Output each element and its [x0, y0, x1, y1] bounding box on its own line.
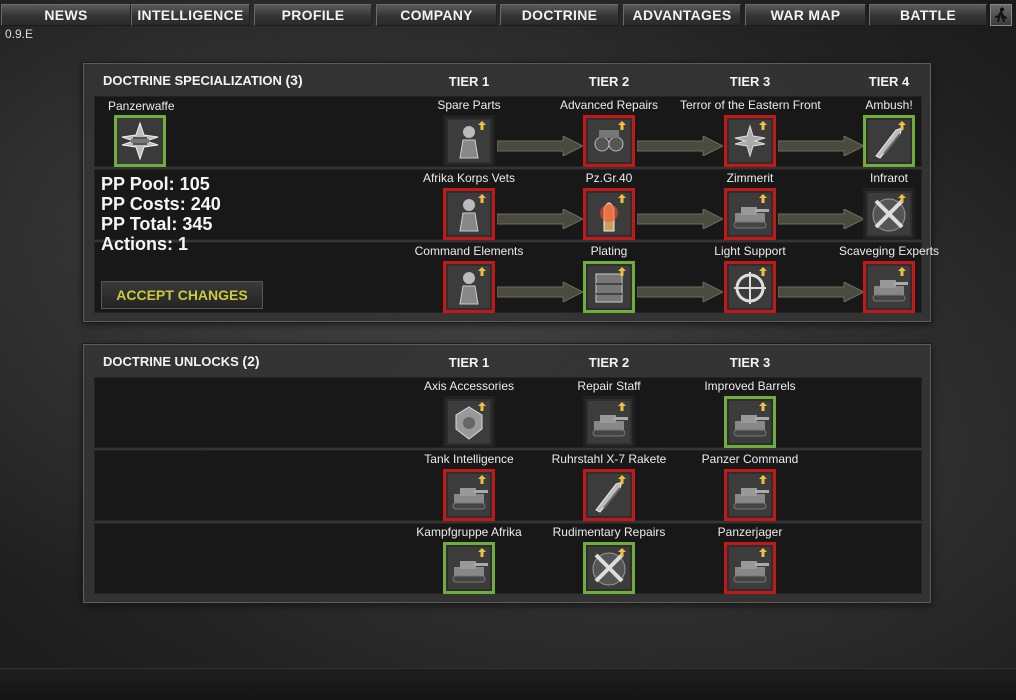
ability-name: Improved Barrels	[704, 379, 796, 393]
unlocks-ability[interactable]: Kampfgruppe Afrika	[399, 524, 539, 594]
nav-war-map[interactable]: WAR MAP	[745, 4, 866, 26]
officer-icon[interactable]	[443, 261, 495, 313]
unlocks-ability[interactable]: Panzer Command	[680, 451, 820, 521]
running-soldier-icon[interactable]	[990, 4, 1012, 26]
unlocks-ability[interactable]: Repair Staff	[539, 378, 679, 448]
tank-barrel-icon[interactable]	[724, 396, 776, 448]
ability-name: Ambush!	[865, 98, 913, 112]
unlocks-ability[interactable]: Axis Accessories	[399, 378, 539, 448]
specialization-ability[interactable]: Terror of the Eastern Front	[680, 97, 821, 167]
crossed-rifles-icon[interactable]	[863, 188, 915, 240]
ability-name: Light Support	[714, 244, 786, 258]
ability-name: Panzer Command	[701, 452, 799, 466]
ability-name: Plating	[590, 244, 628, 258]
medal-icon[interactable]	[443, 396, 495, 448]
specialization-ability[interactable]: Light Support	[680, 243, 820, 313]
pp-total: PP Total: 345	[101, 214, 213, 234]
unlocks-title-text: DOCTRINE UNLOCKS	[103, 354, 239, 369]
ability-name: Advanced Repairs	[559, 98, 659, 112]
nav-news[interactable]: NEWS	[1, 4, 131, 26]
specialization-count: (3)	[285, 72, 303, 88]
ability-name: Axis Accessories	[423, 379, 515, 393]
halftrack-icon[interactable]	[863, 261, 915, 313]
ability-name: Ruhrstahl X-7 Rakete	[551, 452, 667, 466]
ability-name: Spare Parts	[437, 98, 501, 112]
nav-intelligence[interactable]: INTELLIGENCE	[131, 4, 250, 26]
tools-icon[interactable]	[583, 542, 635, 594]
unlock-tier-3-label: TIER 3	[729, 355, 771, 370]
crosshair-icon[interactable]	[724, 261, 776, 313]
specialization-ability[interactable]: Advanced Repairs	[539, 97, 679, 167]
unlock-tier-1-label: TIER 1	[448, 355, 490, 370]
top-nav: NEWS INTELLIGENCE PROFILE COMPANY DOCTRI…	[0, 4, 1016, 26]
spec-tier-1-label: TIER 1	[448, 74, 490, 89]
specialization-title-text: DOCTRINE SPECIALIZATION	[103, 73, 282, 88]
tank-star-icon[interactable]	[443, 469, 495, 521]
ability-name: Zimmerit	[726, 171, 774, 185]
spec-tier-2-label: TIER 2	[588, 74, 630, 89]
ability-name: Pz.Gr.40	[585, 171, 633, 185]
specialization-title: DOCTRINE SPECIALIZATION (3)	[103, 72, 303, 88]
doctrine-specialization-panel: DOCTRINE SPECIALIZATION (3) TIER 1 TIER …	[83, 63, 939, 322]
ability-name: Infrarot	[869, 171, 908, 185]
unlocks-count: (2)	[242, 353, 260, 369]
specialization-ability[interactable]: Pz.Gr.40	[539, 170, 679, 240]
specialization-ability[interactable]: Afrika Korps Vets	[399, 170, 539, 240]
ability-name: Kampfgruppe Afrika	[416, 525, 522, 539]
specialization-ability[interactable]: Command Elements	[399, 243, 539, 313]
spec-tier-4-label: TIER 4	[868, 74, 910, 89]
specialization-ability[interactable]: Scaveging Experts	[819, 243, 959, 313]
nav-company[interactable]: COMPANY	[376, 4, 497, 26]
armor-plate-icon[interactable]	[583, 261, 635, 313]
specialization-ability[interactable]: Plating	[539, 243, 679, 313]
tank-destroyer-icon[interactable]	[724, 542, 776, 594]
nav-doctrine[interactable]: DOCTRINE	[500, 4, 619, 26]
ability-name: Afrika Korps Vets	[422, 171, 516, 185]
unlocks-title: DOCTRINE UNLOCKS (2)	[103, 353, 260, 369]
pp-costs: PP Costs: 240	[101, 194, 221, 214]
version-label: 0.9.E	[5, 27, 34, 41]
pp-pool: PP Pool: 105	[101, 174, 210, 194]
doctrine-name: Panzerwaffe	[108, 99, 175, 113]
nav-profile[interactable]: PROFILE	[254, 4, 372, 26]
spec-tier-3-label: TIER 3	[729, 74, 771, 89]
specialization-ability[interactable]: Spare Parts	[399, 97, 539, 167]
accept-changes-button[interactable]: ACCEPT CHANGES	[101, 281, 263, 309]
pp-stats: PP Pool: 105 PP Costs: 240 PP Total: 345…	[101, 174, 221, 254]
iron-cross-icon[interactable]	[724, 115, 776, 167]
ability-name: Repair Staff	[577, 379, 641, 393]
unlocks-ability[interactable]: Rudimentary Repairs	[539, 524, 679, 594]
ability-name: Panzerjager	[717, 525, 783, 539]
iron-cross-doctrine-icon[interactable]	[114, 115, 166, 167]
nav-advantages[interactable]: ADVANTAGES	[623, 4, 741, 26]
doctrine-unlocks-panel: DOCTRINE UNLOCKS (2) TIER 1 TIER 2 TIER …	[83, 344, 931, 603]
ability-name: Tank Intelligence	[424, 452, 514, 466]
unlocks-ability[interactable]: Ruhrstahl X-7 Rakete	[539, 451, 679, 521]
veteran-soldier-icon[interactable]	[443, 188, 495, 240]
tank-icon[interactable]	[724, 188, 776, 240]
unlocks-ability[interactable]: Panzerjager	[680, 524, 820, 594]
command-tank-icon[interactable]	[724, 469, 776, 521]
wrench-soldier-icon[interactable]	[443, 115, 495, 167]
bottom-bar	[0, 668, 1016, 700]
specialization-ability[interactable]: Infrarot	[819, 170, 959, 240]
actions-count: Actions: 1	[101, 234, 189, 254]
ability-name: Scaveging Experts	[838, 244, 940, 258]
unlock-tier-2-label: TIER 2	[588, 355, 630, 370]
specialization-ability[interactable]: Zimmerit	[680, 170, 820, 240]
nav-battle[interactable]: BATTLE	[869, 4, 987, 26]
specialization-ability[interactable]: Ambush!	[819, 97, 959, 167]
binoculars-icon[interactable]	[583, 115, 635, 167]
rocket-icon[interactable]	[863, 115, 915, 167]
ability-name: Terror of the Eastern Front	[680, 98, 821, 112]
unlocks-ability[interactable]: Improved Barrels	[680, 378, 820, 448]
unlocks-ability[interactable]: Tank Intelligence	[399, 451, 539, 521]
shell-icon[interactable]	[583, 188, 635, 240]
ability-name: Command Elements	[414, 244, 524, 258]
afrika-tank-icon[interactable]	[443, 542, 495, 594]
ability-name: Rudimentary Repairs	[552, 525, 666, 539]
repair-tank-icon[interactable]	[583, 396, 635, 448]
missile-icon[interactable]	[583, 469, 635, 521]
